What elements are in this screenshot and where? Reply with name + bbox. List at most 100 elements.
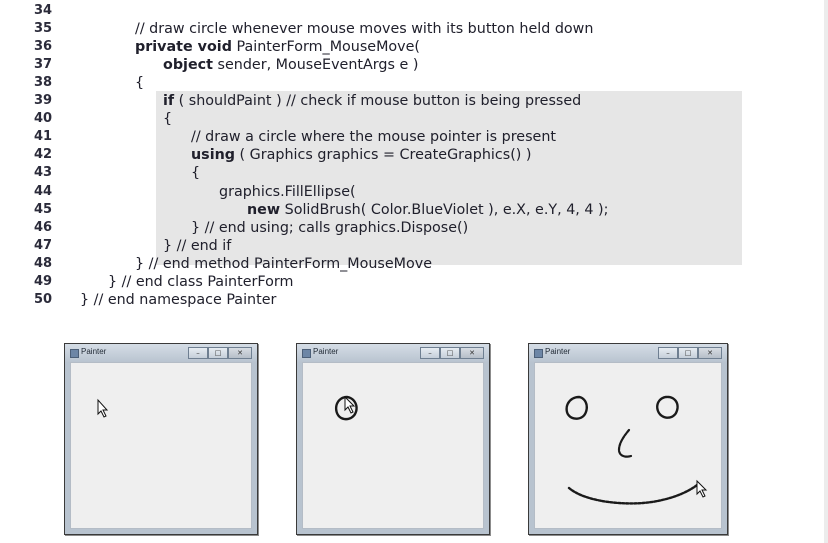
mouse-pointer-icon	[696, 479, 708, 498]
line-number: 42	[34, 147, 53, 163]
code-fragment: SolidBrush( Color.BlueViolet ), e.X, e.Y…	[280, 201, 609, 218]
code-line: 43 {	[0, 164, 828, 182]
code-line: 44 graphics.FillEllipse(	[0, 183, 828, 201]
code-fragment: {	[163, 111, 173, 128]
code-fragment: } // end class PainterForm	[108, 273, 294, 290]
line-number: 43	[34, 165, 53, 181]
title-bar[interactable]: Painter – □ ✕	[529, 344, 727, 362]
code-text: if ( shouldPaint ) // check if mouse but…	[163, 92, 581, 110]
line-number: 39	[34, 93, 53, 109]
minimize-button[interactable]: –	[188, 347, 208, 359]
code-line: 47 } // end if	[0, 237, 828, 255]
code-text: object sender, MouseEventArgs e )	[163, 56, 418, 74]
code-listing: 34 35 // draw circle whenever mouse moves …	[0, 0, 828, 325]
drawing-canvas[interactable]	[70, 362, 252, 529]
painter-window-1: Painter – □ ✕	[64, 343, 258, 535]
line-number: 47	[34, 237, 53, 253]
app-icon	[70, 349, 79, 358]
title-bar[interactable]: Painter – □ ✕	[65, 344, 257, 362]
nose	[617, 428, 633, 458]
line-number: 37	[34, 57, 53, 73]
minimize-button[interactable]: –	[420, 347, 440, 359]
left-eye	[565, 395, 588, 420]
close-button[interactable]: ✕	[460, 347, 484, 359]
canvas-drawing	[334, 395, 358, 421]
code-line: 42 using ( Graphics graphics = CreateGrap…	[0, 146, 828, 164]
painter-window-3: Painter – □ ✕	[528, 343, 728, 535]
code-text: } // end if	[163, 237, 231, 255]
code-line: 36 private void PainterForm_MouseMove(	[0, 38, 828, 56]
drawing-canvas[interactable]	[534, 362, 722, 529]
code-text: } // end class PainterForm	[108, 273, 293, 291]
window-title: Painter	[313, 347, 339, 356]
painter-window-2: Painter – □ ✕	[296, 343, 490, 535]
line-number: 49	[34, 273, 53, 289]
app-icon	[302, 349, 311, 358]
code-fragment: } // end using; calls graphics.Dispose()	[191, 219, 469, 236]
code-text: new SolidBrush( Color.BlueViolet ), e.X,…	[247, 201, 608, 219]
line-number: 50	[34, 291, 53, 307]
code-line: 35 // draw circle whenever mouse moves wi…	[0, 20, 828, 38]
line-number: 45	[34, 201, 53, 217]
code-line: 48 } // end method PainterForm_MouseMove	[0, 255, 828, 273]
code-text: } // end using; calls graphics.Dispose()	[191, 219, 468, 237]
code-text: {	[163, 110, 172, 128]
page-edge	[824, 0, 828, 543]
code-text: private void PainterForm_MouseMove(	[135, 38, 420, 56]
code-line: 45 new SolidBrush( Color.BlueViolet ), e.…	[0, 201, 828, 219]
code-text: using ( Graphics graphics = CreateGraphi…	[191, 146, 531, 164]
code-fragment: PainterForm_MouseMove(	[231, 39, 421, 56]
line-number: 46	[34, 219, 53, 235]
code-text: // draw circle whenever mouse moves with…	[135, 20, 593, 38]
code-fragment: // draw circle whenever mouse moves with…	[135, 21, 594, 38]
code-line: 40 {	[0, 110, 828, 128]
code-keyword: if	[163, 93, 175, 110]
code-fragment: ( Graphics graphics = CreateGraphics() )	[235, 147, 532, 164]
code-line: 38 {	[0, 74, 828, 92]
code-line: 34	[0, 2, 828, 20]
right-eye	[656, 395, 679, 419]
code-fragment: {	[135, 75, 145, 92]
line-number: 48	[34, 255, 53, 271]
code-fragment: } // end method PainterForm_MouseMove	[135, 255, 432, 272]
close-button[interactable]: ✕	[698, 347, 722, 359]
window-title: Painter	[81, 347, 107, 356]
line-number: 41	[34, 129, 53, 145]
maximize-button[interactable]: □	[208, 347, 228, 359]
code-fragment: graphics.FillEllipse(	[219, 183, 356, 200]
code-fragment: ( shouldPaint ) // check if mouse button…	[174, 93, 582, 110]
maximize-button[interactable]: □	[440, 347, 460, 359]
app-icon	[534, 349, 543, 358]
minimize-button[interactable]: –	[658, 347, 678, 359]
code-text: {	[191, 164, 200, 182]
canvas-drawing	[565, 395, 708, 505]
line-number: 40	[34, 111, 53, 127]
code-fragment: {	[191, 165, 201, 182]
code-text: graphics.FillEllipse(	[219, 183, 356, 201]
code-fragment: // draw a circle where the mouse pointer…	[191, 129, 556, 146]
window-title: Painter	[545, 347, 571, 356]
code-keyword: private void	[135, 39, 232, 56]
code-line: 50} // end namespace Painter	[0, 291, 828, 309]
code-keyword: new	[247, 201, 281, 218]
code-keyword: object	[163, 57, 213, 74]
mouth	[567, 483, 699, 505]
line-number: 36	[34, 39, 53, 55]
code-line: 49 } // end class PainterForm	[0, 273, 828, 291]
title-bar[interactable]: Painter – □ ✕	[297, 344, 489, 362]
line-number: 35	[34, 21, 53, 37]
maximize-button[interactable]: □	[678, 347, 698, 359]
mouse-pointer-icon	[97, 398, 109, 418]
code-text: // draw a circle where the mouse pointer…	[191, 128, 556, 146]
code-line: 39 if ( shouldPaint ) // check if mouse b…	[0, 92, 828, 110]
code-keyword: using	[191, 147, 236, 164]
code-line: 46 } // end using; calls graphics.Dispose…	[0, 219, 828, 237]
line-number: 34	[34, 3, 53, 18]
drawing-canvas[interactable]	[302, 362, 484, 529]
code-fragment: } // end if	[163, 237, 232, 254]
code-line: 41 // draw a circle where the mouse point…	[0, 128, 828, 146]
line-number: 44	[34, 183, 53, 199]
code-fragment: sender, MouseEventArgs e )	[212, 57, 419, 74]
canvas-drawing	[97, 398, 109, 418]
close-button[interactable]: ✕	[228, 347, 252, 359]
